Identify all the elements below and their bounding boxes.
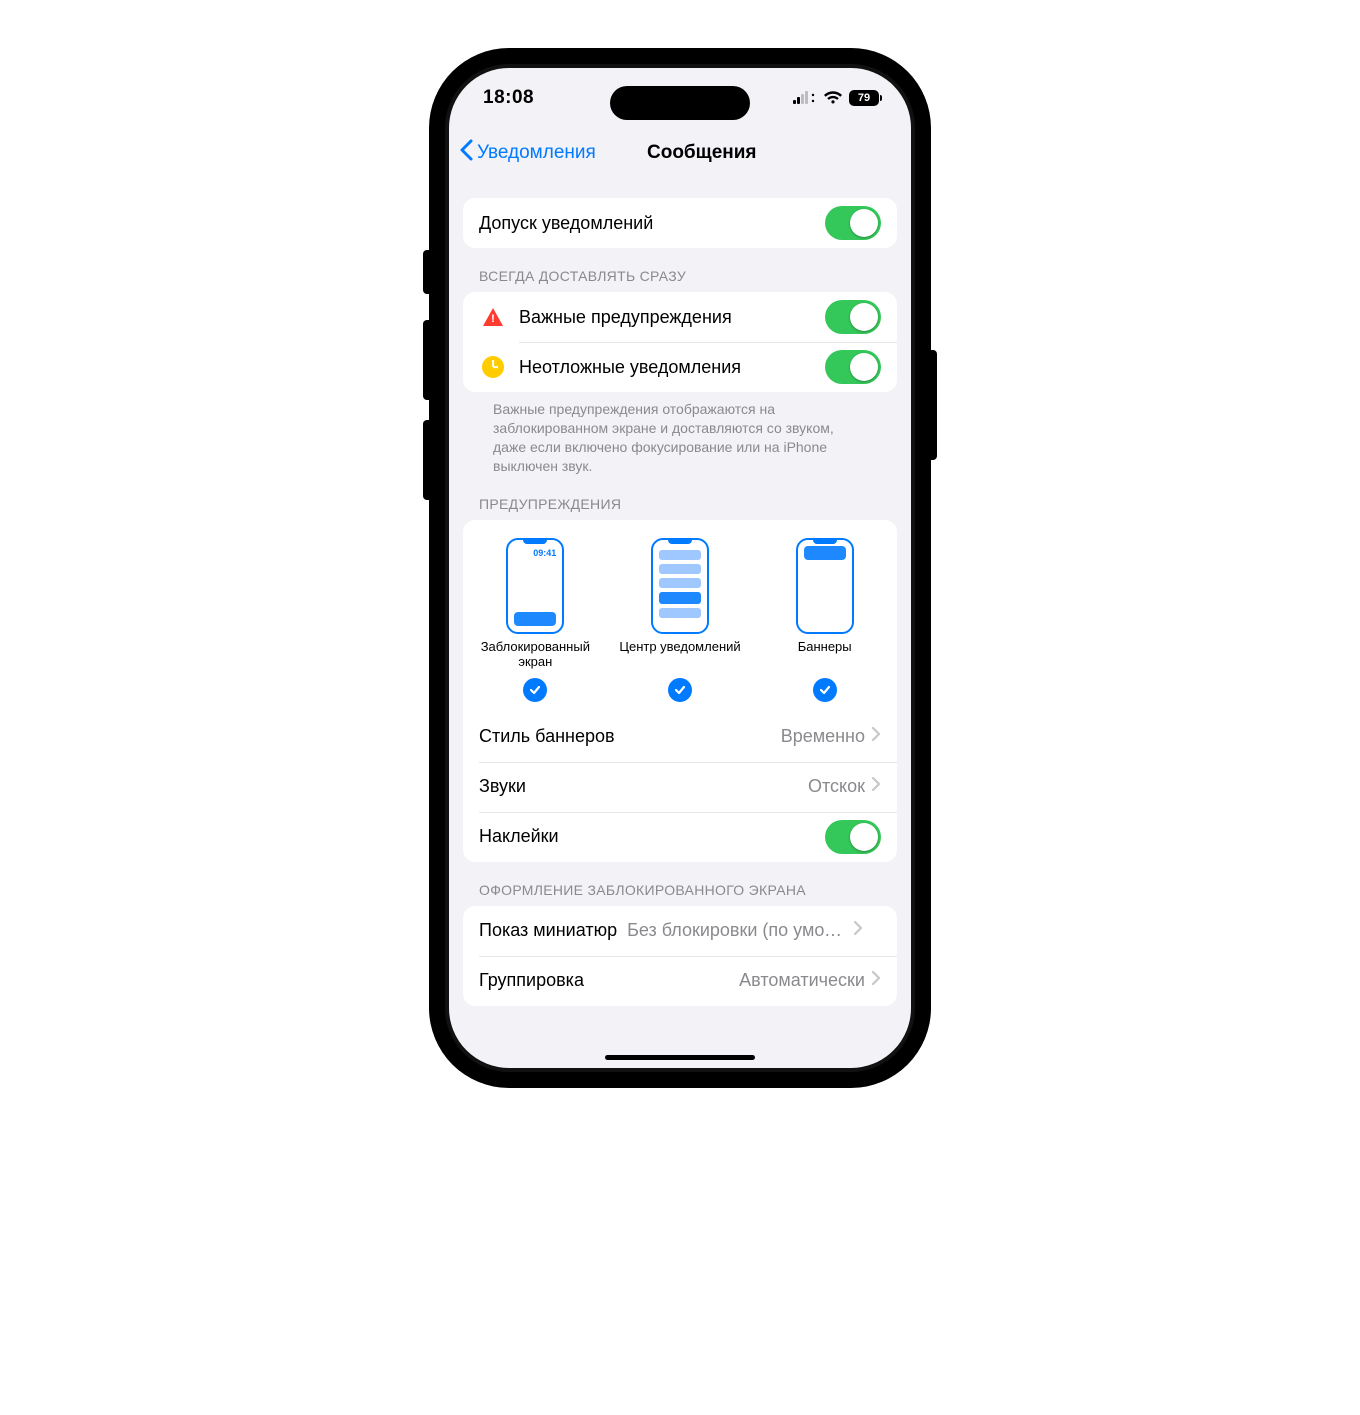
page-title: Сообщения (647, 142, 757, 164)
banner-style-row[interactable]: Стиль баннеров Временно (463, 712, 897, 762)
grouping-value: Автоматически (739, 970, 865, 991)
lockscreen-appearance-header: ОФОРМЛЕНИЕ ЗАБЛОКИРОВАННОГО ЭКРАНА (479, 882, 881, 898)
volume-down-button (423, 420, 431, 500)
critical-alerts-toggle[interactable] (825, 300, 881, 334)
allow-notifications-label: Допуск уведомлений (479, 213, 825, 234)
sounds-row[interactable]: Звуки Отскок (463, 762, 897, 812)
warning-triangle-icon: ! (479, 303, 507, 331)
settings-scroll[interactable]: Допуск уведомлений ВСЕГДА ДОСТАВЛЯТЬ СРА… (449, 178, 911, 1068)
alert-previews: 09:41 Заблокированный экран (463, 520, 897, 712)
clock-icon (479, 353, 507, 381)
sounds-value: Отскок (808, 776, 865, 797)
notification-center-label: Центр уведомлений (619, 640, 740, 672)
notification-center-check-icon (668, 678, 692, 702)
always-deliver-footnote: Важные предупреждения отображаются на за… (463, 392, 897, 476)
mute-switch (423, 250, 431, 294)
lock-screen-check-icon (523, 678, 547, 702)
chevron-right-icon (871, 776, 881, 797)
critical-alerts-label: Важные предупреждения (519, 307, 825, 328)
notification-center-preview[interactable]: Центр уведомлений (608, 538, 753, 702)
lock-screen-preview[interactable]: 09:41 Заблокированный экран (463, 538, 608, 702)
banner-style-label: Стиль баннеров (479, 726, 781, 747)
lock-screen-label: Заблокированный экран (463, 640, 608, 672)
chevron-right-icon (871, 726, 881, 747)
home-indicator[interactable] (605, 1055, 755, 1060)
banners-label: Баннеры (798, 640, 852, 672)
allow-notifications-toggle[interactable] (825, 206, 881, 240)
banners-preview[interactable]: Баннеры (752, 538, 897, 702)
banner-style-value: Временно (781, 726, 865, 747)
grouping-row[interactable]: Группировка Автоматически (463, 956, 897, 1006)
phone-frame: 18:08 (431, 50, 929, 1086)
allow-notifications-row[interactable]: Допуск уведомлений (463, 198, 897, 248)
battery-indicator: 79 (849, 90, 879, 106)
urgent-notifications-toggle[interactable] (825, 350, 881, 384)
urgent-notifications-row[interactable]: Неотложные уведомления (463, 342, 897, 392)
grouping-label: Группировка (479, 970, 739, 991)
screen: 18:08 (445, 64, 915, 1072)
alerts-header: ПРЕДУПРЕЖДЕНИЯ (479, 496, 881, 512)
dynamic-island (610, 86, 750, 120)
show-previews-value: Без блокировки (по умол… (627, 920, 847, 941)
stickers-label: Наклейки (479, 826, 825, 847)
chevron-right-icon (853, 920, 863, 941)
banners-check-icon (813, 678, 837, 702)
dual-sim-signal-icon (793, 91, 817, 105)
nav-bar: Уведомления Сообщения (449, 128, 911, 178)
sounds-label: Звуки (479, 776, 808, 797)
show-previews-label: Показ миниатюр (479, 920, 617, 941)
status-time: 18:08 (483, 87, 534, 109)
stickers-row[interactable]: Наклейки (463, 812, 897, 862)
wifi-icon (823, 91, 843, 105)
side-button (929, 350, 937, 460)
volume-up-button (423, 320, 431, 400)
urgent-notifications-label: Неотложные уведомления (519, 357, 825, 378)
stickers-toggle[interactable] (825, 820, 881, 854)
chevron-right-icon (871, 970, 881, 991)
back-label: Уведомления (477, 142, 596, 164)
always-deliver-header: ВСЕГДА ДОСТАВЛЯТЬ СРАЗУ (479, 268, 881, 284)
back-button[interactable]: Уведомления (459, 139, 596, 167)
critical-alerts-row[interactable]: ! Важные предупреждения (463, 292, 897, 342)
chevron-left-icon (459, 139, 473, 167)
show-previews-row[interactable]: Показ миниатюр Без блокировки (по умол… (463, 906, 897, 956)
